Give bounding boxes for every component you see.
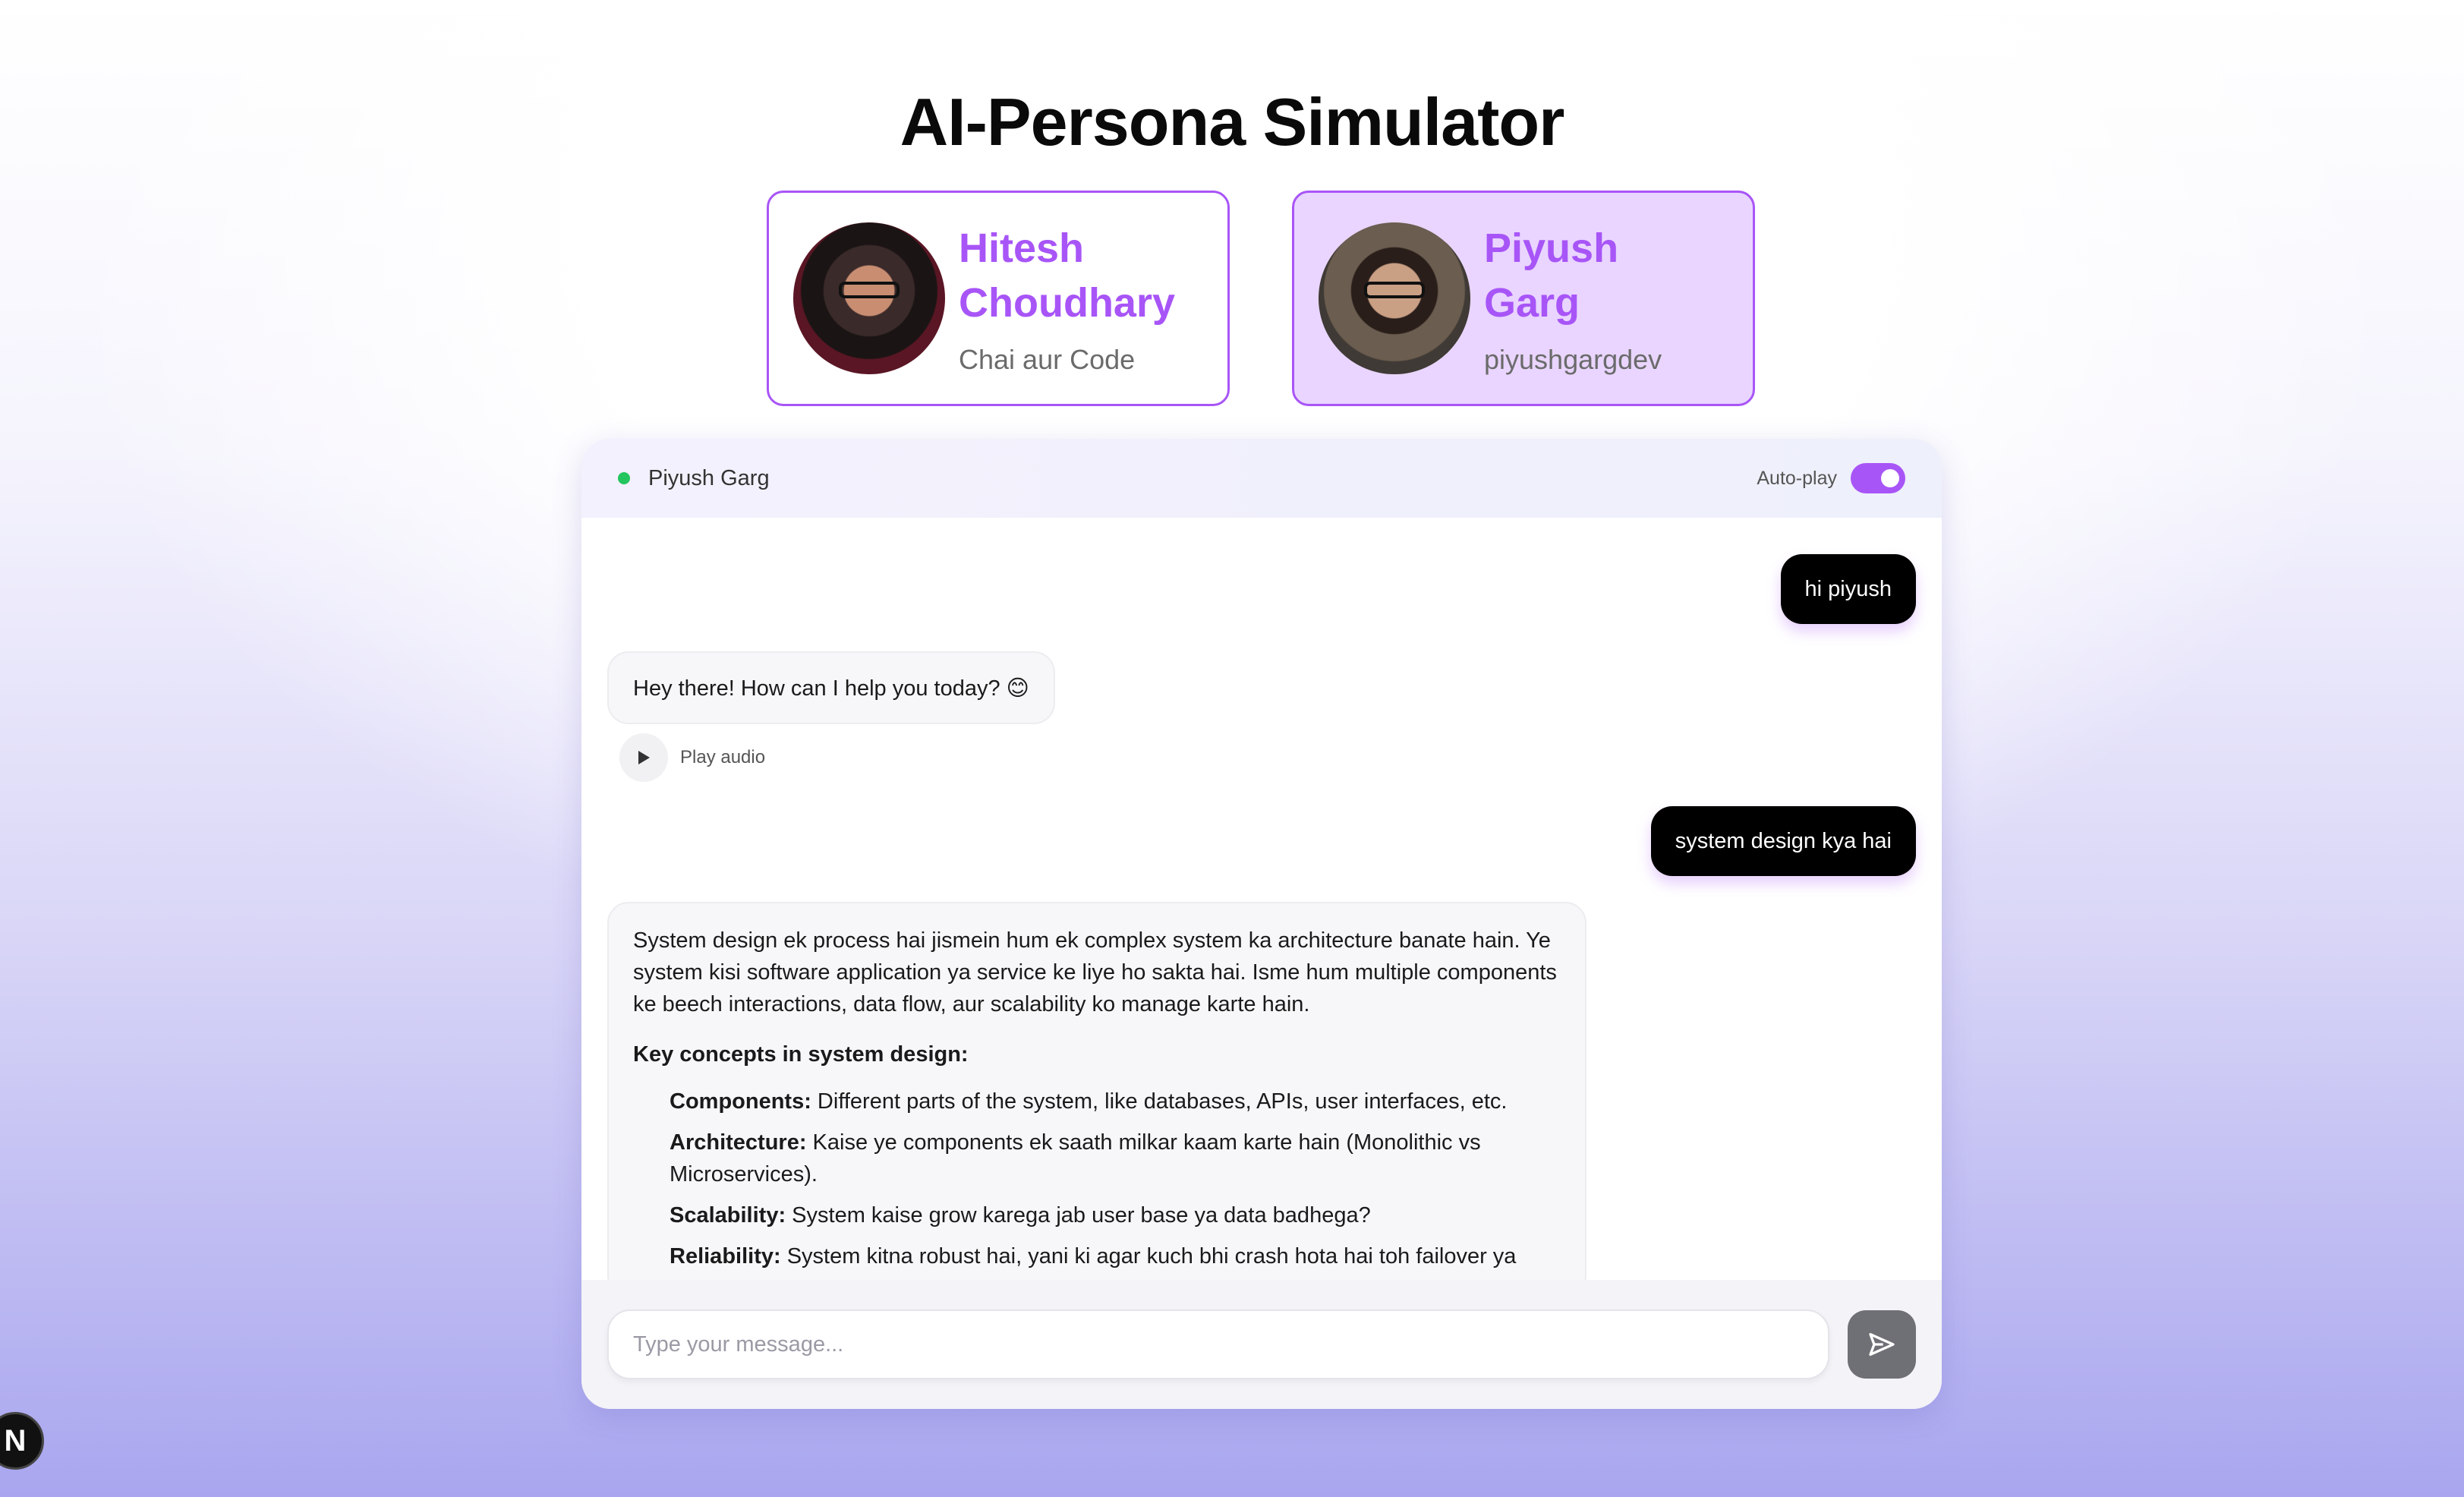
play-audio: Play audio: [619, 733, 765, 782]
avatar: [1319, 222, 1470, 374]
send-button[interactable]: [1848, 1310, 1916, 1379]
user-message: hi piyush: [1780, 554, 1916, 624]
autoplay-control: Auto-play: [1757, 463, 1905, 493]
persona-name: Hitesh Choudhary: [959, 225, 1176, 326]
page-title: AI-Persona Simulator: [900, 84, 1565, 159]
bot-message-intro: System design ek process hai jismein hum…: [633, 928, 1557, 1016]
bot-message-heading: Key concepts in system design:: [633, 1042, 969, 1067]
persona-card-hitesh[interactable]: Hitesh Choudhary Chai aur Code: [767, 191, 1230, 406]
active-persona-name: Piyush Garg: [648, 465, 770, 490]
persona-name: Piyush Garg: [1484, 225, 1619, 326]
message-input[interactable]: [607, 1309, 1829, 1379]
play-icon: [638, 751, 650, 764]
persona-card-piyush[interactable]: Piyush Garg piyushgargdev: [1292, 191, 1755, 406]
list-item: Reliability: System kitna robust hai, ya…: [670, 1244, 1517, 1269]
play-audio-label: Play audio: [680, 747, 766, 767]
list-item: Scalability: System kaise grow karega ja…: [670, 1203, 1371, 1228]
composer: [581, 1280, 1942, 1409]
message-list[interactable]: hi piyush Hey there! How can I help you …: [581, 518, 1942, 1280]
autoplay-toggle[interactable]: [1851, 463, 1905, 493]
send-icon: [1869, 1333, 1895, 1356]
chat-header: Piyush Garg Auto-play: [581, 439, 1942, 518]
avatar: [793, 222, 945, 374]
online-status-icon: [618, 472, 630, 484]
bot-message: Hey there! How can I help you today? 😊: [607, 651, 1055, 724]
persona-handle: piyushgargdev: [1484, 344, 1662, 375]
bot-message: System design ek process hai jismein hum…: [607, 902, 1586, 1280]
framework-badge-icon[interactable]: N: [0, 1412, 44, 1470]
autoplay-label: Auto-play: [1757, 467, 1837, 489]
user-message: system design kya hai: [1650, 806, 1916, 876]
persona-handle: Chai aur Code: [959, 344, 1136, 375]
list-item: Architecture: Kaise ye components ek saa…: [670, 1130, 1481, 1187]
list-item: Components: Different parts of the syste…: [670, 1089, 1508, 1114]
chat-window: Piyush Garg Auto-play hi piyush Hey ther…: [581, 439, 1942, 1409]
play-audio-button[interactable]: [619, 733, 668, 782]
